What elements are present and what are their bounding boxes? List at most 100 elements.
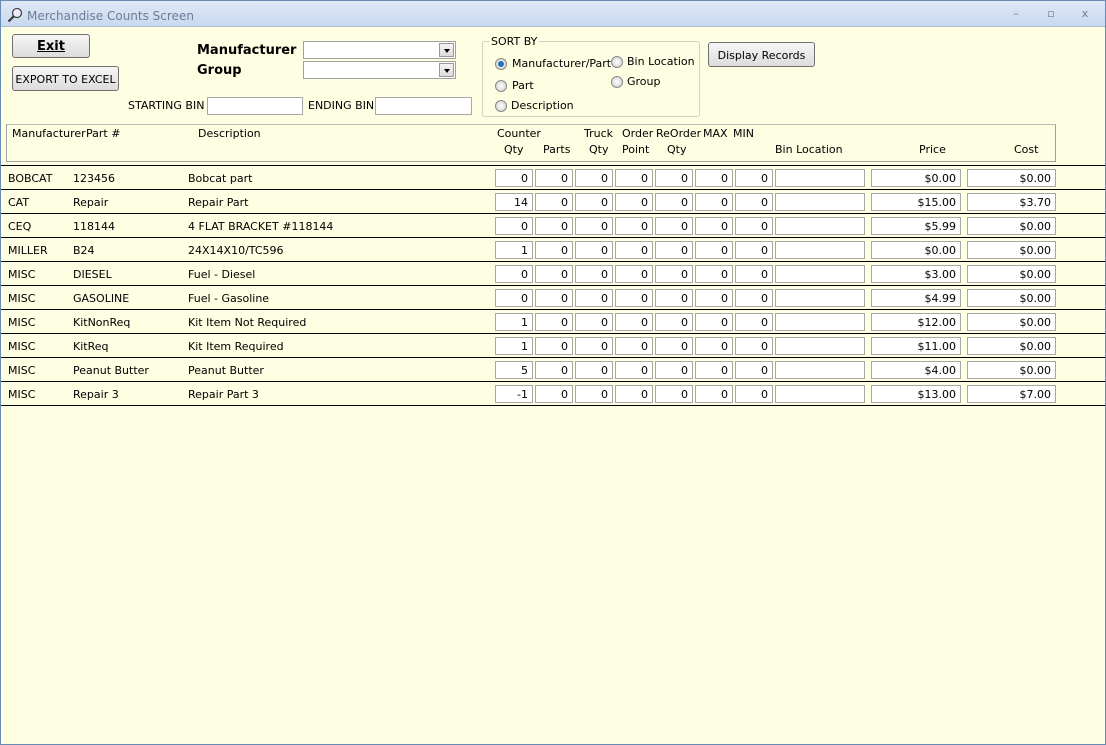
bin-input[interactable] bbox=[775, 265, 865, 283]
cost-input[interactable]: $0.00 bbox=[967, 337, 1056, 355]
max-input[interactable]: 0 bbox=[695, 289, 733, 307]
bin-input[interactable] bbox=[775, 193, 865, 211]
sort-manufacturer-part-radio[interactable] bbox=[495, 58, 507, 70]
max-input[interactable]: 0 bbox=[695, 193, 733, 211]
truck-input[interactable]: 0 bbox=[575, 169, 613, 187]
parts-input[interactable]: 0 bbox=[535, 169, 573, 187]
order-input[interactable]: 0 bbox=[615, 385, 653, 403]
cost-input[interactable]: $0.00 bbox=[967, 241, 1056, 259]
manufacturer-select[interactable] bbox=[303, 41, 456, 59]
bin-input[interactable] bbox=[775, 217, 865, 235]
cost-input[interactable]: $7.00 bbox=[967, 385, 1056, 403]
parts-input[interactable]: 0 bbox=[535, 289, 573, 307]
counter-input[interactable]: 14 bbox=[495, 193, 533, 211]
counter-input[interactable]: 0 bbox=[495, 289, 533, 307]
cost-input[interactable]: $3.70 bbox=[967, 193, 1056, 211]
parts-input[interactable]: 0 bbox=[535, 337, 573, 355]
order-input[interactable]: 0 bbox=[615, 193, 653, 211]
minimize-button[interactable]: – bbox=[1006, 7, 1026, 20]
parts-input[interactable]: 0 bbox=[535, 241, 573, 259]
reorder-input[interactable]: 0 bbox=[655, 241, 693, 259]
order-input[interactable]: 0 bbox=[615, 361, 653, 379]
sort-part-radio[interactable] bbox=[495, 80, 507, 92]
max-input[interactable]: 0 bbox=[695, 265, 733, 283]
display-records-button[interactable]: Display Records bbox=[708, 42, 815, 67]
min-input[interactable]: 0 bbox=[735, 289, 773, 307]
reorder-input[interactable]: 0 bbox=[655, 385, 693, 403]
maximize-button[interactable]: ▫ bbox=[1041, 7, 1061, 20]
max-input[interactable]: 0 bbox=[695, 217, 733, 235]
cost-input[interactable]: $0.00 bbox=[967, 265, 1056, 283]
price-input[interactable]: $3.00 bbox=[871, 265, 961, 283]
sort-group-radio[interactable] bbox=[611, 76, 623, 88]
price-input[interactable]: $11.00 bbox=[871, 337, 961, 355]
reorder-input[interactable]: 0 bbox=[655, 361, 693, 379]
truck-input[interactable]: 0 bbox=[575, 265, 613, 283]
parts-input[interactable]: 0 bbox=[535, 265, 573, 283]
bin-input[interactable] bbox=[775, 385, 865, 403]
order-input[interactable]: 0 bbox=[615, 169, 653, 187]
chevron-down-icon[interactable] bbox=[439, 63, 454, 77]
truck-input[interactable]: 0 bbox=[575, 313, 613, 331]
reorder-input[interactable]: 0 bbox=[655, 193, 693, 211]
parts-input[interactable]: 0 bbox=[535, 193, 573, 211]
reorder-input[interactable]: 0 bbox=[655, 289, 693, 307]
exit-button[interactable]: Exit bbox=[12, 34, 90, 58]
sort-description-radio[interactable] bbox=[495, 100, 507, 112]
counter-input[interactable]: 1 bbox=[495, 313, 533, 331]
cost-input[interactable]: $0.00 bbox=[967, 217, 1056, 235]
counter-input[interactable]: 5 bbox=[495, 361, 533, 379]
bin-input[interactable] bbox=[775, 169, 865, 187]
parts-input[interactable]: 0 bbox=[535, 385, 573, 403]
export-to-excel-button[interactable]: EXPORT TO EXCEL bbox=[12, 66, 119, 91]
counter-input[interactable]: 1 bbox=[495, 337, 533, 355]
max-input[interactable]: 0 bbox=[695, 241, 733, 259]
parts-input[interactable]: 0 bbox=[535, 217, 573, 235]
cost-input[interactable]: $0.00 bbox=[967, 169, 1056, 187]
price-input[interactable]: $4.99 bbox=[871, 289, 961, 307]
starting-bin-input[interactable] bbox=[207, 97, 303, 115]
bin-input[interactable] bbox=[775, 337, 865, 355]
min-input[interactable]: 0 bbox=[735, 313, 773, 331]
price-input[interactable]: $15.00 bbox=[871, 193, 961, 211]
ending-bin-input[interactable] bbox=[375, 97, 472, 115]
truck-input[interactable]: 0 bbox=[575, 337, 613, 355]
chevron-down-icon[interactable] bbox=[439, 43, 454, 57]
min-input[interactable]: 0 bbox=[735, 385, 773, 403]
truck-input[interactable]: 0 bbox=[575, 361, 613, 379]
min-input[interactable]: 0 bbox=[735, 217, 773, 235]
reorder-input[interactable]: 0 bbox=[655, 313, 693, 331]
order-input[interactable]: 0 bbox=[615, 241, 653, 259]
order-input[interactable]: 0 bbox=[615, 217, 653, 235]
reorder-input[interactable]: 0 bbox=[655, 169, 693, 187]
price-input[interactable]: $0.00 bbox=[871, 169, 961, 187]
bin-input[interactable] bbox=[775, 361, 865, 379]
cost-input[interactable]: $0.00 bbox=[967, 313, 1056, 331]
sort-bin-location-radio[interactable] bbox=[611, 56, 623, 68]
counter-input[interactable]: 1 bbox=[495, 241, 533, 259]
reorder-input[interactable]: 0 bbox=[655, 337, 693, 355]
truck-input[interactable]: 0 bbox=[575, 289, 613, 307]
counter-input[interactable]: 0 bbox=[495, 265, 533, 283]
price-input[interactable]: $4.00 bbox=[871, 361, 961, 379]
price-input[interactable]: $0.00 bbox=[871, 241, 961, 259]
order-input[interactable]: 0 bbox=[615, 313, 653, 331]
min-input[interactable]: 0 bbox=[735, 337, 773, 355]
max-input[interactable]: 0 bbox=[695, 385, 733, 403]
truck-input[interactable]: 0 bbox=[575, 385, 613, 403]
reorder-input[interactable]: 0 bbox=[655, 265, 693, 283]
min-input[interactable]: 0 bbox=[735, 265, 773, 283]
min-input[interactable]: 0 bbox=[735, 241, 773, 259]
counter-input[interactable]: -1 bbox=[495, 385, 533, 403]
min-input[interactable]: 0 bbox=[735, 169, 773, 187]
price-input[interactable]: $5.99 bbox=[871, 217, 961, 235]
price-input[interactable]: $13.00 bbox=[871, 385, 961, 403]
order-input[interactable]: 0 bbox=[615, 337, 653, 355]
close-button[interactable]: x bbox=[1075, 7, 1095, 20]
max-input[interactable]: 0 bbox=[695, 337, 733, 355]
parts-input[interactable]: 0 bbox=[535, 313, 573, 331]
truck-input[interactable]: 0 bbox=[575, 193, 613, 211]
min-input[interactable]: 0 bbox=[735, 193, 773, 211]
counter-input[interactable]: 0 bbox=[495, 217, 533, 235]
order-input[interactable]: 0 bbox=[615, 265, 653, 283]
